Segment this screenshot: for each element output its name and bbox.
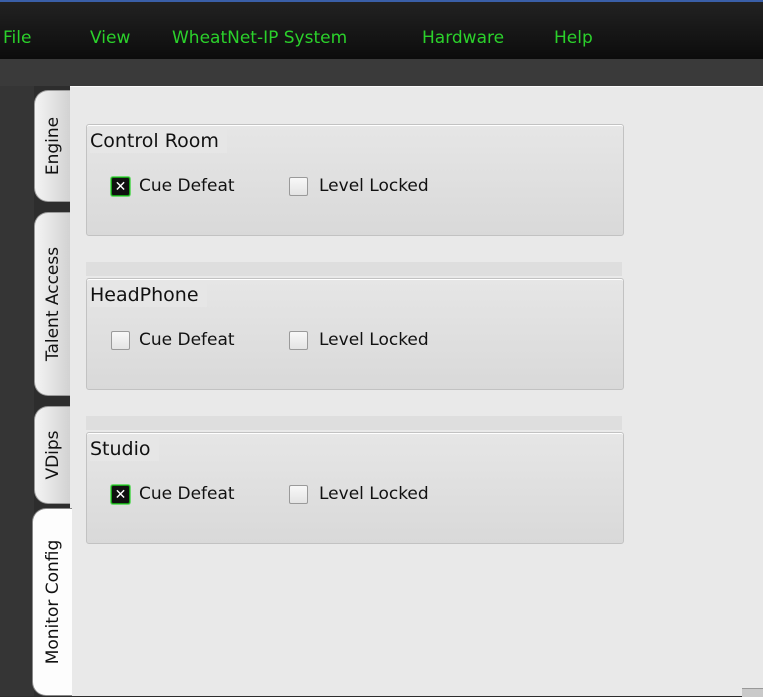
tab-talent-access[interactable]: Talent Access bbox=[34, 212, 70, 396]
studio-group: Studio ✕ Cue Defeat Level Locked bbox=[86, 432, 624, 544]
tab-gutter bbox=[0, 86, 34, 696]
control-room-level-locked-checkbox[interactable] bbox=[289, 177, 308, 196]
section-separator bbox=[86, 416, 622, 430]
headphone-cue-defeat-checkbox[interactable] bbox=[111, 331, 130, 350]
menu-hardware[interactable]: Hardware bbox=[422, 28, 504, 48]
studio-cue-defeat-label: Cue Defeat bbox=[139, 484, 235, 504]
tab-monitor-config-label: Monitor Config bbox=[42, 539, 63, 665]
studio-level-locked-label: Level Locked bbox=[319, 484, 429, 504]
tab-engine[interactable]: Engine bbox=[34, 90, 70, 202]
studio-level-locked-checkbox[interactable] bbox=[289, 485, 308, 504]
menu-bar: File View WheatNet-IP System Hardware He… bbox=[0, 2, 763, 59]
control-room-level-locked-label: Level Locked bbox=[319, 176, 429, 196]
control-room-group: Control Room ✕ Cue Defeat Level Locked bbox=[86, 124, 624, 236]
tab-engine-label: Engine bbox=[42, 116, 63, 176]
studio-title: Studio bbox=[90, 437, 159, 461]
toolbar-strip bbox=[0, 59, 763, 86]
headphone-cue-defeat-label: Cue Defeat bbox=[139, 330, 235, 350]
tab-talent-access-label: Talent Access bbox=[42, 246, 63, 362]
menu-view[interactable]: View bbox=[90, 28, 130, 48]
headphone-level-locked-label: Level Locked bbox=[319, 330, 429, 350]
tab-monitor-config[interactable]: Monitor Config bbox=[32, 508, 72, 696]
studio-cue-defeat-checkbox[interactable]: ✕ bbox=[111, 485, 130, 504]
headphone-group: HeadPhone Cue Defeat Level Locked bbox=[86, 278, 624, 390]
headphone-title: HeadPhone bbox=[90, 283, 207, 307]
section-separator bbox=[86, 262, 622, 276]
tab-vdips-label: VDips bbox=[42, 430, 63, 480]
headphone-level-locked-checkbox[interactable] bbox=[289, 331, 308, 350]
control-room-title: Control Room bbox=[90, 129, 227, 153]
control-room-cue-defeat-label: Cue Defeat bbox=[139, 176, 235, 196]
menu-file[interactable]: File bbox=[3, 28, 31, 48]
menu-wheatnet-ip-system[interactable]: WheatNet-IP System bbox=[172, 28, 347, 48]
menu-help[interactable]: Help bbox=[554, 28, 593, 48]
control-room-cue-defeat-checkbox[interactable]: ✕ bbox=[111, 177, 130, 196]
tab-vdips[interactable]: VDips bbox=[34, 406, 70, 504]
